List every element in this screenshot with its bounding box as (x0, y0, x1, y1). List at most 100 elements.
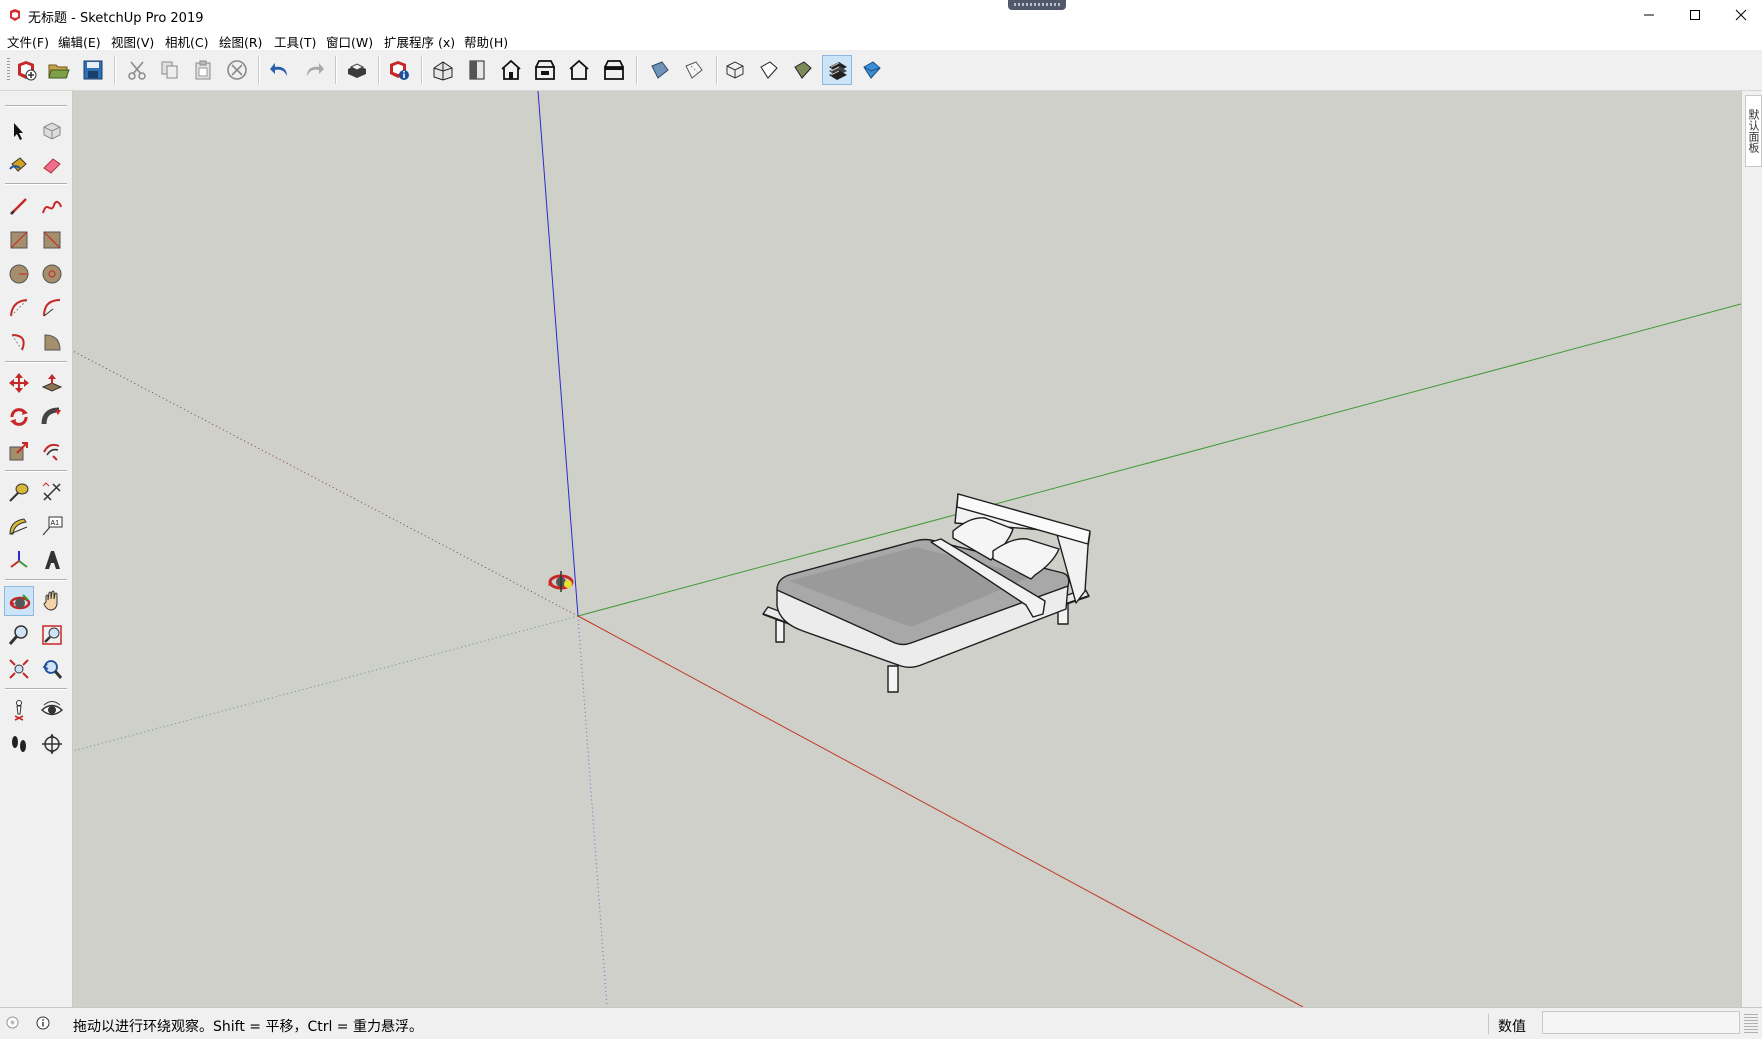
menu-extensions[interactable]: 扩展程序 (x) (384, 32, 455, 51)
circle-tool[interactable] (4, 259, 34, 289)
menu-tools[interactable]: 工具(T) (274, 32, 316, 51)
protractor-tool[interactable] (4, 511, 34, 541)
menu-view[interactable]: 视图(V) (111, 32, 154, 51)
shaded-button[interactable] (788, 55, 818, 85)
three-point-arc-tool[interactable] (4, 327, 34, 357)
pie-tool[interactable] (37, 327, 67, 357)
orbit-tool[interactable] (4, 586, 34, 616)
make-component-icon (43, 122, 61, 140)
drawing-viewport[interactable] (73, 91, 1741, 1007)
walk-tool[interactable] (4, 729, 34, 759)
erase-icon (227, 60, 247, 80)
arc-icon (10, 299, 28, 317)
iso-view-button[interactable] (428, 55, 458, 85)
wireframe-button[interactable] (720, 55, 750, 85)
copy-icon (161, 61, 178, 79)
rotated-rectangle-tool[interactable] (37, 225, 67, 255)
print-button[interactable] (342, 55, 372, 85)
right-view-button[interactable] (530, 55, 560, 85)
previous-view-tool[interactable] (37, 654, 67, 684)
back-edges-button[interactable] (679, 55, 709, 85)
zoom-icon (8, 625, 28, 645)
back-view-button[interactable] (564, 55, 594, 85)
copy-button[interactable] (155, 55, 185, 85)
line-icon (10, 198, 27, 215)
info-icon[interactable] (36, 1016, 50, 1030)
arc-tool[interactable] (4, 293, 34, 323)
new-button[interactable] (11, 55, 41, 85)
two-point-arc-tool[interactable] (37, 293, 67, 323)
scale-tool[interactable] (4, 436, 34, 466)
pan-tool[interactable] (37, 586, 67, 616)
redo-button[interactable] (299, 55, 329, 85)
tape-measure-tool[interactable] (4, 477, 34, 507)
section-plane-tool[interactable] (37, 729, 67, 759)
status-bar: 拖动以进行环绕观察。Shift = 平移，Ctrl = 重力悬浮。 数值 (0, 1007, 1762, 1039)
offset-tool[interactable] (37, 436, 67, 466)
select-tool[interactable] (4, 116, 34, 146)
resize-grip[interactable] (1744, 1014, 1758, 1034)
front-view-button[interactable] (496, 55, 526, 85)
paint-bucket-icon (9, 157, 27, 172)
follow-me-tool[interactable] (37, 402, 67, 432)
blue-axis-negative (577, 615, 608, 1007)
xray-button[interactable] (645, 55, 675, 85)
freehand-tool[interactable] (37, 191, 67, 221)
palette-separator (5, 183, 67, 185)
zoom-extents-tool[interactable] (4, 654, 34, 684)
menu-edit[interactable]: 编辑(E) (58, 32, 101, 51)
model-info-button[interactable] (384, 55, 414, 85)
right-view-icon (535, 60, 555, 80)
paint-bucket-tool[interactable] (4, 150, 34, 180)
axes-tool[interactable] (4, 545, 34, 575)
rectangle-tool[interactable] (4, 225, 34, 255)
hidden-line-button[interactable] (754, 55, 784, 85)
pie-icon (44, 334, 61, 351)
maximize-button[interactable] (1672, 0, 1718, 30)
save-button[interactable] (78, 55, 108, 85)
position-camera-tool[interactable] (4, 695, 34, 725)
move-icon (9, 373, 29, 393)
scale-icon (9, 442, 28, 461)
3d-text-tool[interactable] (37, 545, 67, 575)
left-view-button[interactable] (599, 55, 629, 85)
menu-help[interactable]: 帮助(H) (464, 32, 508, 51)
menu-file[interactable]: 文件(F) (7, 32, 49, 51)
menu-camera[interactable]: 相机(C) (165, 32, 208, 51)
tape-measure-icon (9, 483, 29, 502)
title-drag-handle[interactable] (1008, 0, 1066, 10)
measurements-input[interactable] (1542, 1011, 1740, 1034)
line-tool[interactable] (4, 191, 34, 221)
text-icon: A1 (42, 516, 63, 536)
save-icon (83, 60, 103, 80)
text-tool[interactable]: A1 (37, 511, 67, 541)
shaded-textures-button[interactable] (822, 55, 852, 85)
undo-button[interactable] (265, 55, 295, 85)
close-button[interactable] (1718, 0, 1762, 30)
make-component-tool[interactable] (37, 116, 67, 146)
minimize-button[interactable] (1626, 0, 1672, 30)
model-scene (73, 91, 1741, 1007)
dimension-tool[interactable] (37, 477, 67, 507)
zoom-tool[interactable] (4, 620, 34, 650)
geolocation-icon[interactable] (6, 1016, 19, 1029)
default-tray-tab[interactable]: 默认面板 (1745, 95, 1762, 167)
bed-model[interactable] (762, 493, 1091, 693)
menu-draw[interactable]: 绘图(R) (219, 32, 262, 51)
push-pull-tool[interactable] (37, 368, 67, 398)
paste-button[interactable] (188, 55, 218, 85)
erase-selection-button[interactable] (222, 55, 252, 85)
zoom-window-tool[interactable] (37, 620, 67, 650)
toolbar-separator (258, 56, 260, 84)
cut-button[interactable] (122, 55, 152, 85)
move-tool[interactable] (4, 368, 34, 398)
monochrome-button[interactable] (857, 55, 887, 85)
look-around-tool[interactable] (37, 695, 67, 725)
rotate-tool[interactable] (4, 402, 34, 432)
polygon-tool[interactable] (37, 259, 67, 289)
eraser-tool[interactable] (37, 150, 67, 180)
top-view-button[interactable] (462, 55, 492, 85)
open-button[interactable] (44, 55, 74, 85)
menu-window[interactable]: 窗口(W) (326, 32, 373, 51)
toolbar-grip[interactable] (7, 58, 10, 82)
